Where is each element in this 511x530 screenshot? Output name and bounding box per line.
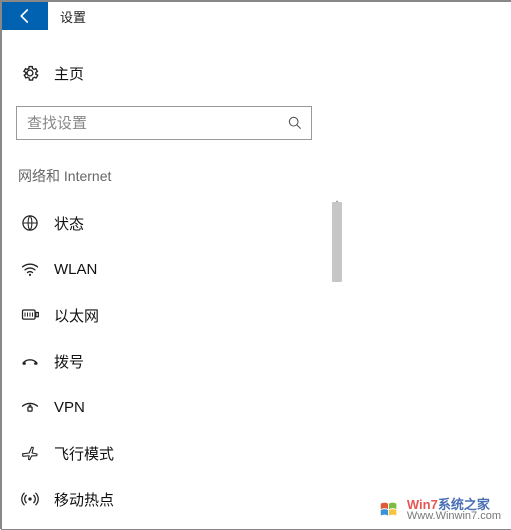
watermark: Win7系统之家 Www.Winwin7.com xyxy=(377,498,501,523)
nav-home[interactable]: 主页 xyxy=(20,54,497,92)
nav-item-label: 移动热点 xyxy=(54,489,114,510)
nav-item-dialup[interactable]: 拨号 xyxy=(16,338,322,384)
nav-item-label: 拨号 xyxy=(54,351,84,372)
nav-item-label: VPN xyxy=(54,399,85,416)
arrow-left-icon xyxy=(16,7,34,25)
search-icon xyxy=(287,115,303,131)
menu-scroll-area: ▴ 状态 WLAN 以太网 xyxy=(16,200,497,530)
vpn-icon xyxy=(20,397,40,417)
hotspot-icon xyxy=(20,489,40,509)
nav-item-vpn[interactable]: VPN xyxy=(16,384,322,430)
ethernet-icon xyxy=(20,305,40,325)
airplane-icon xyxy=(20,443,40,463)
wifi-icon xyxy=(20,259,40,279)
dialup-icon xyxy=(20,351,40,371)
gear-icon xyxy=(20,63,40,83)
nav-item-label: 状态 xyxy=(54,213,84,234)
nav-item-airplane[interactable]: 飞行模式 xyxy=(16,430,322,476)
globe-icon xyxy=(20,213,40,233)
nav-item-status[interactable]: 状态 xyxy=(16,200,322,246)
nav-home-label: 主页 xyxy=(54,63,84,84)
search-input[interactable] xyxy=(25,114,287,133)
nav-item-ethernet[interactable]: 以太网 xyxy=(16,292,322,338)
back-button[interactable] xyxy=(2,2,48,30)
nav-item-label: 以太网 xyxy=(54,305,99,326)
search-box[interactable] xyxy=(16,106,312,140)
section-header: 网络和 Internet xyxy=(18,166,497,186)
watermark-url: Www.Winwin7.com xyxy=(407,511,501,523)
nav-item-label: WLAN xyxy=(54,261,97,278)
nav-menu: 状态 WLAN 以太网 拨号 xyxy=(16,200,322,522)
scrollbar-thumb[interactable] xyxy=(332,202,342,282)
windows-logo-icon xyxy=(377,499,401,521)
window-title: 设置 xyxy=(48,2,86,30)
nav-item-label: 飞行模式 xyxy=(54,443,114,464)
nav-item-hotspot[interactable]: 移动热点 xyxy=(16,476,322,522)
nav-item-wlan[interactable]: WLAN xyxy=(16,246,322,292)
titlebar: 设置 xyxy=(2,2,511,30)
